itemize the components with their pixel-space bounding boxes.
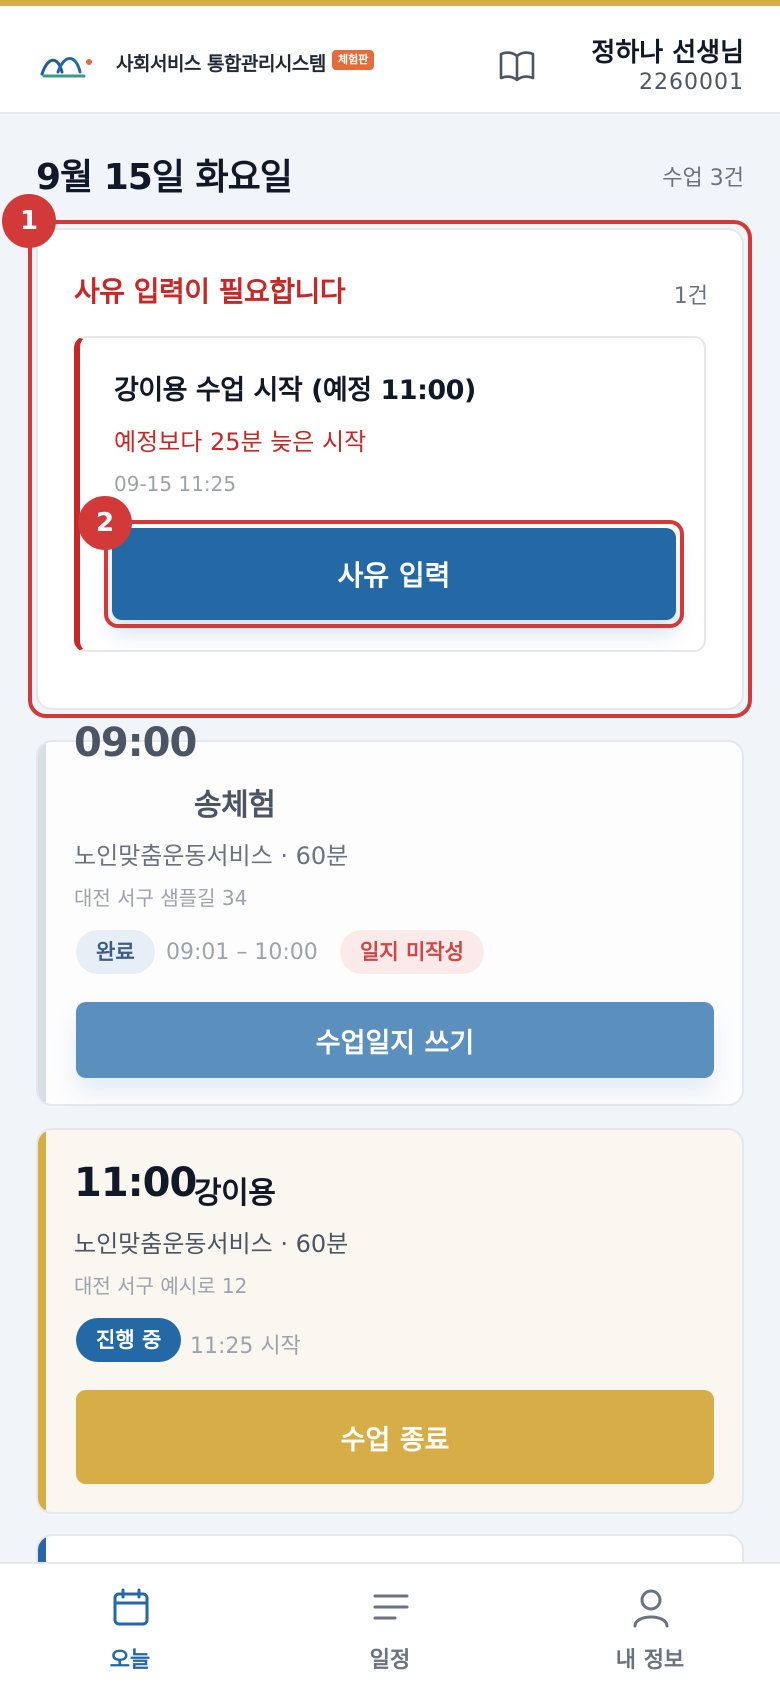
highlight-outline-2 (104, 520, 684, 628)
class-service: 노인맞춤운동서비스 · 60분 (74, 842, 349, 870)
user-name[interactable]: 정하나 선생님 (591, 32, 744, 69)
trial-badge: 체험판 (332, 50, 375, 70)
logo-icon (40, 57, 92, 78)
end-class-button[interactable]: 수업 종료 (76, 1390, 714, 1484)
app-title: 사회서비스 통합관리시스템 (116, 53, 326, 75)
book-icon[interactable] (498, 48, 536, 84)
class-count: 수업 3건 (662, 166, 744, 191)
class-address: 대전 서구 예시로 12 (74, 1274, 248, 1298)
issue-title: 강이용 수업 시작 (예정 11:00) (114, 375, 476, 406)
status-detail: 11:25 시작 (190, 1334, 301, 1359)
nav-tab-schedule[interactable]: 일정 (290, 1564, 490, 1688)
nav-tab-profile[interactable]: 내 정보 (550, 1564, 750, 1688)
write-log-button[interactable]: 수업일지 쓰기 (76, 1002, 714, 1078)
nav-label-today: 오늘 (109, 1648, 151, 1673)
list-icon (373, 1594, 409, 1620)
app-header: 사회서비스 통합관리시스템 체험판 정하나 선생님 2260001 (0, 6, 780, 114)
class-time: 09:00 (74, 720, 197, 766)
issue-subtitle: 예정보다 25분 늦은 시작 (114, 428, 367, 456)
step-marker-2: 2 (78, 496, 132, 550)
nav-label-profile: 내 정보 (615, 1648, 685, 1673)
class-time: 11:00 (74, 1160, 197, 1206)
page-title: 9월 15일 화요일 (36, 157, 293, 198)
nav-label-schedule: 일정 (369, 1648, 411, 1673)
class-service: 노인맞춤운동서비스 · 60분 (74, 1230, 349, 1258)
class-address: 대전 서구 샘플길 34 (74, 886, 248, 910)
alert-title: 사유 입력이 필요합니다 (74, 275, 346, 308)
user-id: 2260001 (639, 70, 744, 95)
card-accent-bar (38, 742, 46, 1104)
class-student-name: 송체험 (194, 788, 276, 823)
nav-tab-today[interactable]: 오늘 (30, 1564, 230, 1688)
status-badge: 완료 (76, 930, 155, 974)
calendar-icon (113, 1588, 149, 1626)
status-detail: 09:01 – 10:00 (166, 940, 318, 965)
card-accent-bar (38, 1130, 46, 1512)
person-icon (633, 1589, 669, 1628)
step-marker-1: 1 (2, 194, 56, 248)
issue-timestamp: 09-15 11:25 (114, 472, 237, 496)
log-missing-badge: 일지 미작성 (340, 930, 484, 974)
bottom-nav: 오늘 일정 내 정보 (0, 1562, 780, 1688)
status-badge: 진행 중 (76, 1318, 182, 1362)
class-student-name: 강이용 (194, 1176, 276, 1211)
alert-count: 1건 (673, 284, 708, 309)
